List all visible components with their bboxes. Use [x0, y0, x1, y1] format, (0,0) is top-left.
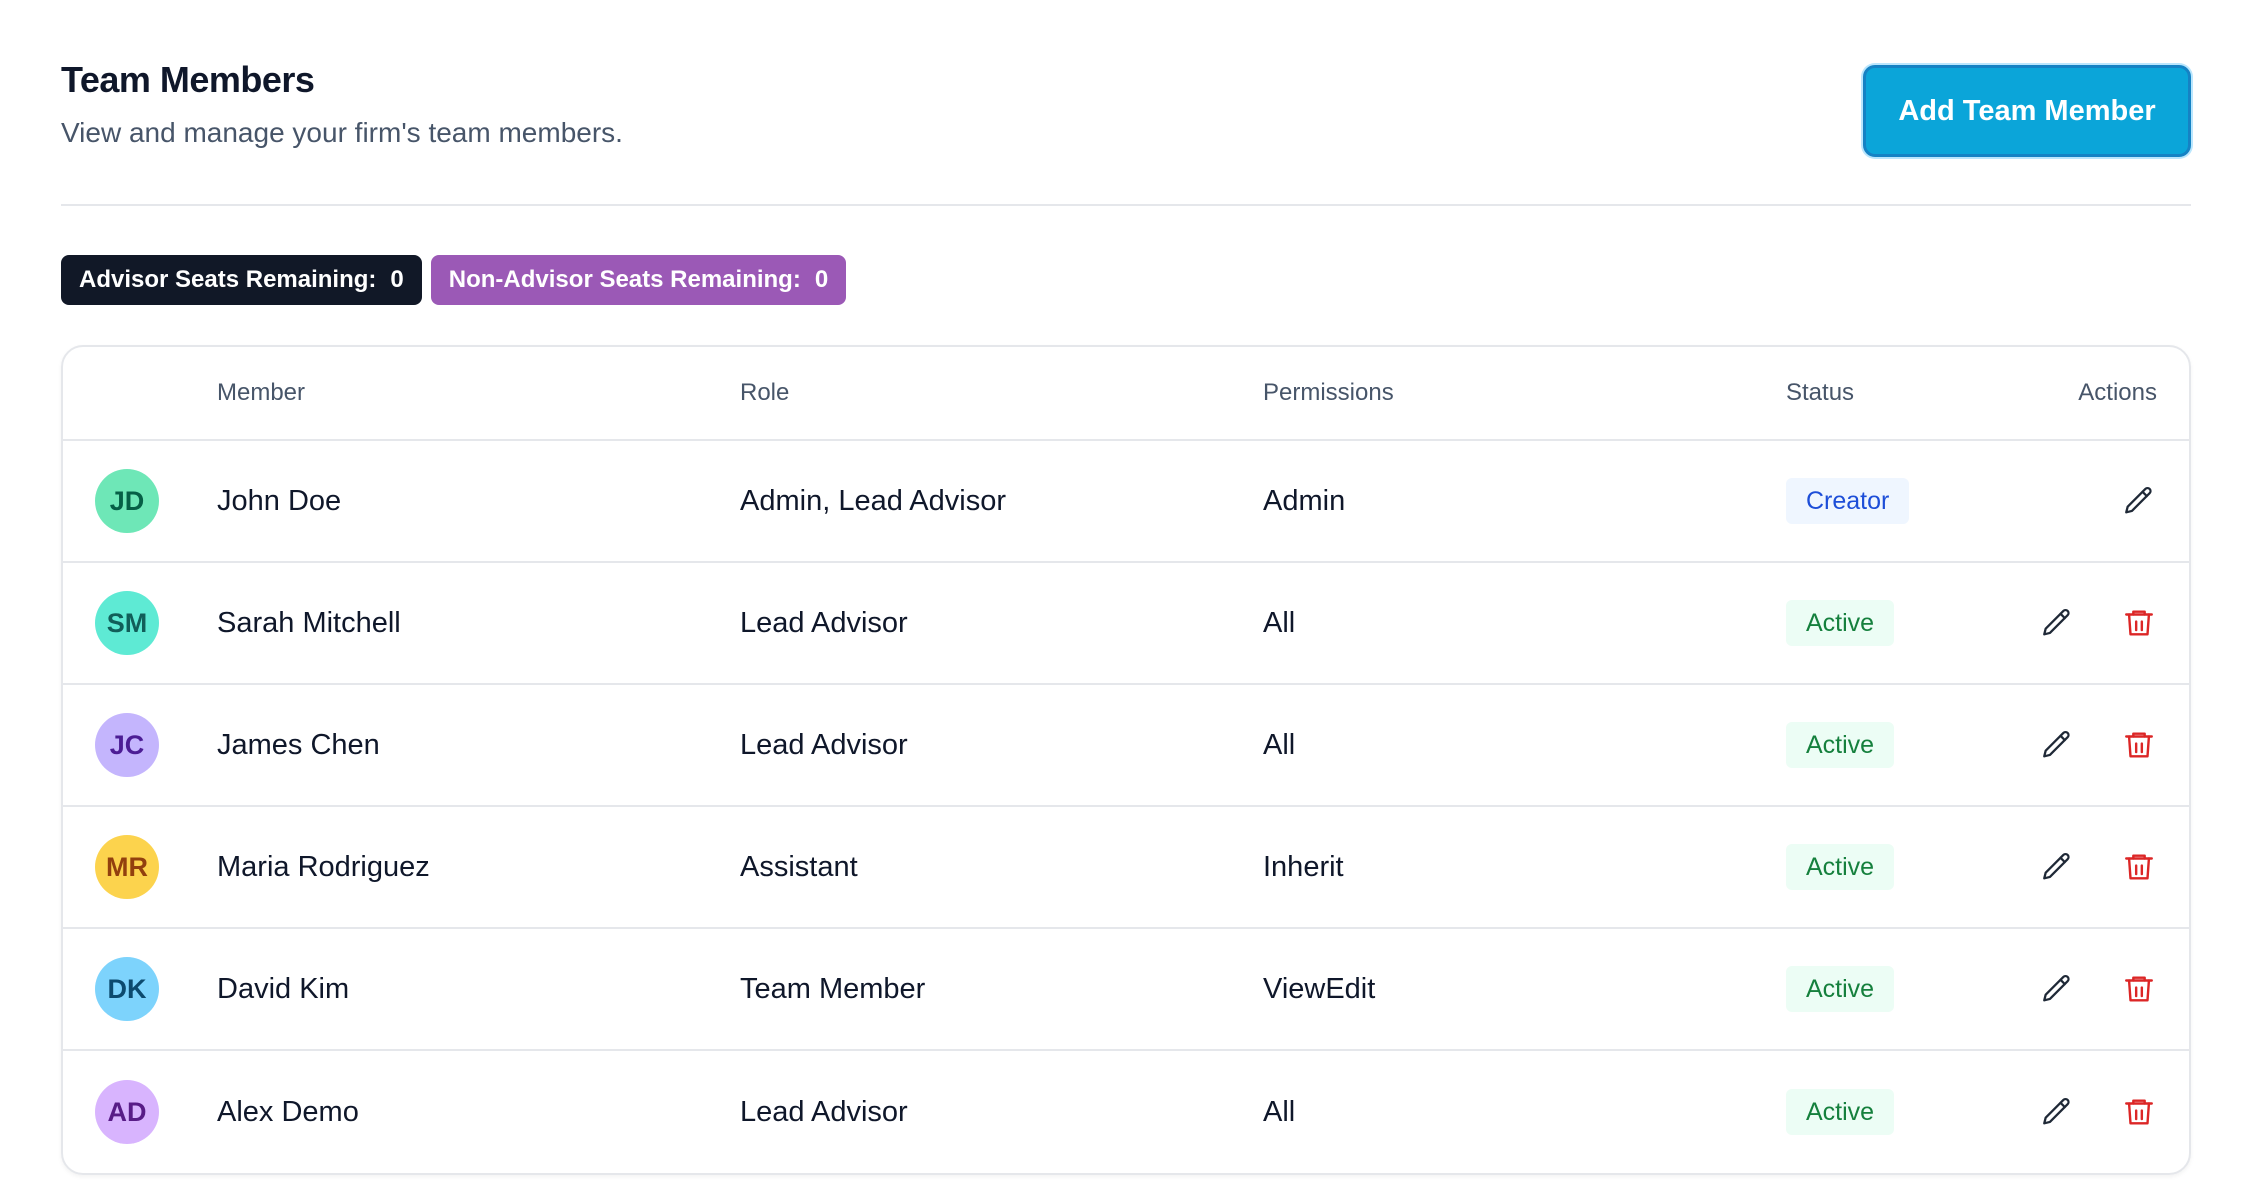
member-role: Assistant	[740, 850, 858, 883]
pencil-icon	[2043, 852, 2070, 880]
status-badge: Creator	[1786, 478, 1910, 524]
non-advisor-seats-value: 0	[814, 266, 829, 293]
member-name: James Chen	[217, 728, 380, 761]
status-cell: Active	[1786, 600, 2026, 646]
actions-cell	[2026, 1094, 2189, 1130]
avatar: AD	[95, 1080, 159, 1144]
column-header-actions-label: Actions	[2078, 379, 2157, 406]
status-cell: Active	[1786, 966, 2026, 1012]
member-permissions: All	[1263, 606, 1296, 639]
pencil-icon	[2125, 486, 2152, 514]
member-role: Lead Advisor	[740, 1095, 908, 1128]
avatar-cell: SM	[63, 591, 217, 655]
status-cell: Creator	[1786, 478, 2026, 524]
actions-cell	[2026, 483, 2189, 519]
table-row: JD John Doe Admin, Lead Advisor Admin Cr…	[63, 441, 2189, 563]
actions-cell	[2026, 605, 2189, 641]
edit-button[interactable]	[2121, 483, 2157, 519]
trash-icon	[2125, 976, 2153, 1002]
member-role: Lead Advisor	[740, 728, 908, 761]
member-role: Lead Advisor	[740, 606, 908, 639]
edit-button[interactable]	[2039, 1094, 2075, 1130]
table-row: AD Alex Demo Lead Advisor All Active	[63, 1051, 2189, 1173]
delete-button[interactable]	[2121, 605, 2157, 641]
advisor-seats-label: Advisor Seats Remaining:	[79, 266, 377, 293]
add-team-member-button[interactable]: Add Team Member	[1863, 65, 2191, 157]
member-name: Sarah Mitchell	[217, 606, 401, 639]
column-header-role[interactable]: Role	[740, 379, 1263, 407]
pencil-icon	[2043, 1097, 2070, 1125]
member-role: Team Member	[740, 972, 926, 1005]
page-header: Team Members View and manage your firm's…	[61, 0, 2191, 206]
avatar: JC	[95, 713, 159, 777]
column-header-actions: Actions	[2026, 379, 2189, 407]
team-members-page: Team Members View and manage your firm's…	[0, 0, 2252, 1202]
column-header-member[interactable]: Member	[217, 379, 740, 407]
pencil-icon	[2043, 730, 2070, 758]
delete-button[interactable]	[2121, 1094, 2157, 1130]
table-row: DK David Kim Team Member ViewEdit Active	[63, 929, 2189, 1051]
trash-icon	[2125, 1099, 2153, 1125]
actions-cell	[2026, 849, 2189, 885]
table-row: JC James Chen Lead Advisor All Active	[63, 685, 2189, 807]
avatar-cell: AD	[63, 1080, 217, 1144]
non-advisor-seats-label: Non-Advisor Seats Remaining:	[448, 266, 801, 293]
member-permissions: Inherit	[1263, 850, 1344, 883]
edit-button[interactable]	[2039, 971, 2075, 1007]
member-name: David Kim	[217, 972, 350, 1005]
column-header-permissions[interactable]: Permissions	[1263, 379, 1786, 407]
avatar-cell: DK	[63, 957, 217, 1021]
member-permissions: Admin	[1263, 484, 1346, 517]
member-name: John Doe	[217, 484, 342, 517]
avatar-cell: MR	[63, 835, 217, 899]
avatar: SM	[95, 591, 159, 655]
status-cell: Active	[1786, 722, 2026, 768]
avatar: DK	[95, 957, 159, 1021]
seat-badges: Advisor Seats Remaining: 0 Non-Advisor Se…	[61, 255, 2191, 305]
avatar-cell: JD	[63, 469, 217, 533]
status-badge: Active	[1786, 722, 1895, 768]
trash-icon	[2125, 732, 2153, 758]
actions-cell	[2026, 727, 2189, 763]
edit-button[interactable]	[2039, 727, 2075, 763]
table-header: Member Role Permissions Status Actions	[63, 347, 2189, 441]
avatar: MR	[95, 835, 159, 899]
page-subtitle: View and manage your firm's team members…	[61, 117, 623, 148]
member-role: Admin, Lead Advisor	[740, 484, 1006, 517]
member-permissions: ViewEdit	[1263, 972, 1376, 1005]
edit-button[interactable]	[2039, 605, 2075, 641]
avatar-cell: JC	[63, 713, 217, 777]
member-permissions: All	[1263, 728, 1296, 761]
trash-icon	[2125, 610, 2153, 636]
member-permissions: All	[1263, 1095, 1296, 1128]
advisor-seats-badge: Advisor Seats Remaining: 0	[61, 255, 422, 305]
edit-button[interactable]	[2039, 849, 2075, 885]
advisor-seats-value: 0	[390, 266, 404, 293]
status-badge: Active	[1786, 966, 1895, 1012]
trash-icon	[2125, 854, 2153, 880]
member-name: Alex Demo	[217, 1095, 359, 1128]
status-badge: Active	[1786, 844, 1895, 890]
delete-button[interactable]	[2121, 727, 2157, 763]
delete-button[interactable]	[2121, 971, 2157, 1007]
table-row: SM Sarah Mitchell Lead Advisor All Activ…	[63, 563, 2189, 685]
team-members-table: Member Role Permissions Status Actions J…	[61, 345, 2191, 1175]
non-advisor-seats-badge: Non-Advisor Seats Remaining: 0	[430, 255, 847, 305]
table-row: MR Maria Rodriguez Assistant Inherit Act…	[63, 807, 2189, 929]
header-text: Team Members View and manage your firm's…	[61, 58, 623, 150]
pencil-icon	[2043, 974, 2070, 1002]
pencil-icon	[2043, 608, 2070, 636]
page-title: Team Members	[61, 59, 315, 100]
status-cell: Active	[1786, 1089, 2026, 1135]
status-badge: Active	[1786, 1089, 1895, 1135]
status-cell: Active	[1786, 844, 2026, 890]
status-badge: Active	[1786, 600, 1895, 646]
avatar: JD	[95, 469, 159, 533]
actions-cell	[2026, 971, 2189, 1007]
member-name: Maria Rodriguez	[217, 850, 430, 883]
column-header-status[interactable]: Status	[1786, 379, 2026, 407]
delete-button[interactable]	[2121, 849, 2157, 885]
